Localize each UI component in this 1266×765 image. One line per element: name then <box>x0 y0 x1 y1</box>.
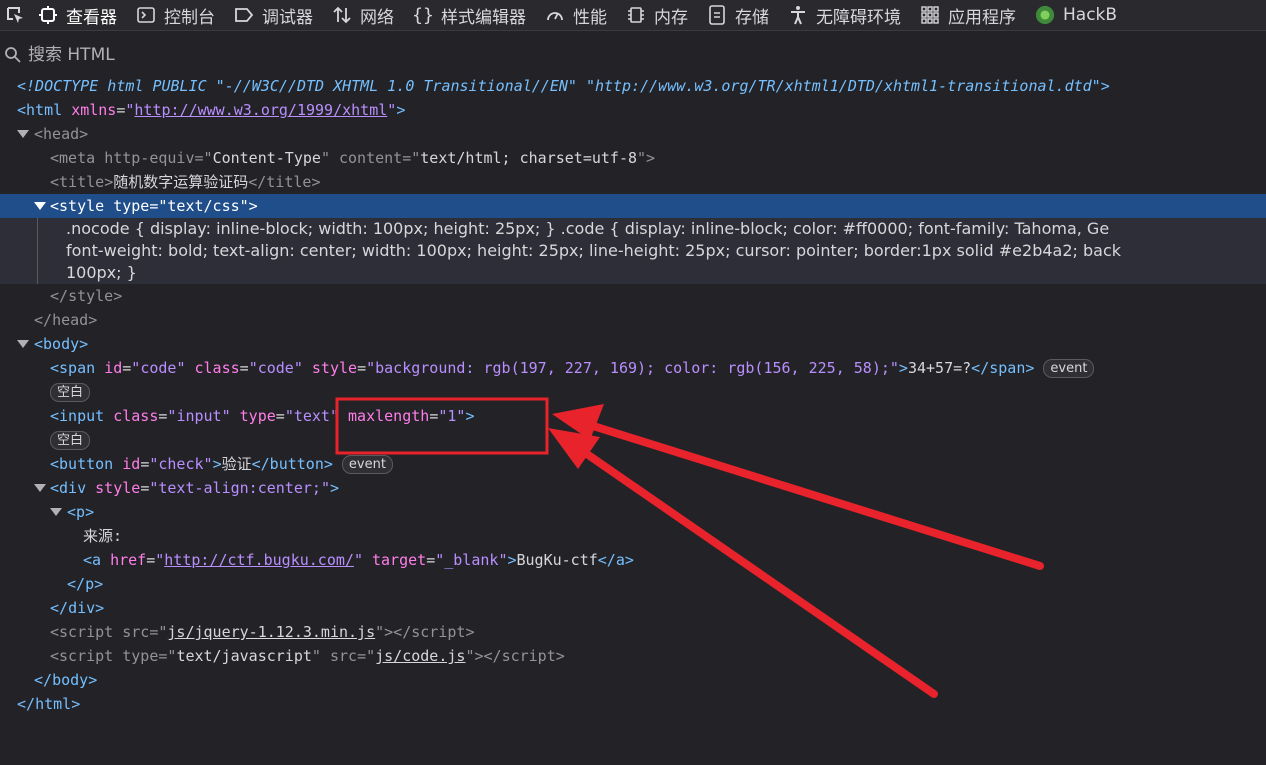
arrow-lower <box>548 428 938 698</box>
highlight-box <box>335 397 549 455</box>
annotation-overlay <box>335 397 1044 698</box>
